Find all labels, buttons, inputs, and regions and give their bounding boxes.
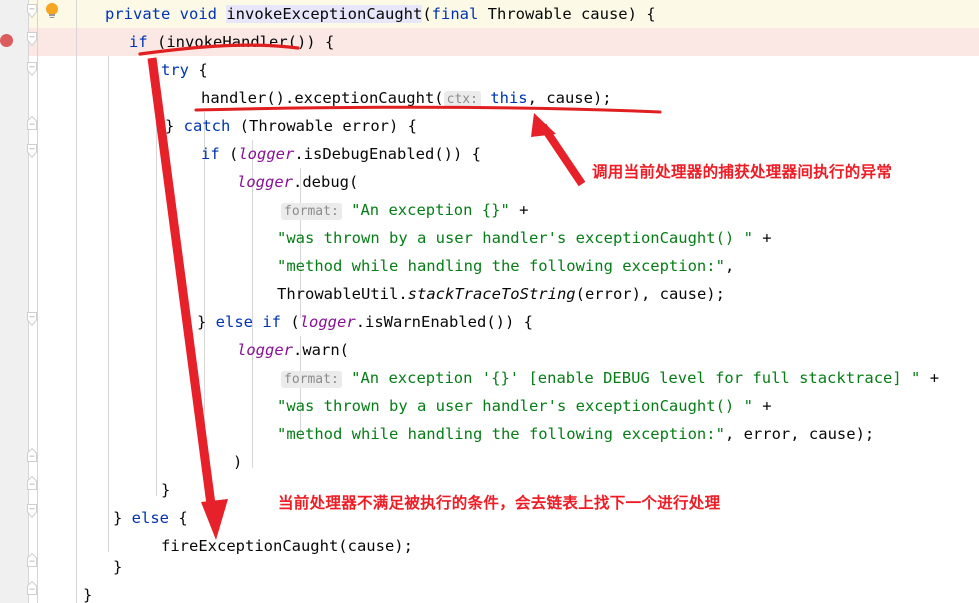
fold-expanded-chevron-icon[interactable] [26, 4, 38, 19]
fold-region-icon[interactable] [26, 476, 38, 490]
breakpoint-dot-icon[interactable] [0, 34, 13, 47]
code-line-5[interactable]: } catch (Throwable error) { [161, 112, 417, 140]
fold-region-icon[interactable] [26, 116, 38, 130]
code-line-1[interactable]: private void invokeExceptionCaught(final… [101, 0, 656, 28]
code-line-6[interactable]: if (logger.isDebugEnabled()) { [197, 140, 481, 168]
code-line-9[interactable]: "was thrown by a user handler's exceptio… [273, 224, 772, 252]
code-line-22[interactable]: } [79, 581, 92, 603]
fold-expanded-chevron-icon[interactable] [26, 504, 38, 519]
code-line-13[interactable]: logger.warn( [233, 336, 349, 364]
inlay-hint-format: format: [281, 371, 342, 388]
code-line-7[interactable]: logger.debug( [233, 168, 358, 196]
lightbulb-icon[interactable] [46, 3, 58, 19]
code-line-12[interactable]: } else if (logger.isWarnEnabled()) { [193, 308, 533, 336]
code-line-8[interactable]: format: "An exception {}" + [277, 196, 528, 224]
editor-gutter[interactable] [0, 0, 28, 603]
code-line-17[interactable]: ) [229, 448, 242, 476]
code-editor-screen: private void invokeExceptionCaught(final… [0, 0, 979, 603]
annotation-fire-exception-caught-label: 当前处理器不满足被执行的条件，会去链表上找下一个进行处理 [278, 494, 721, 512]
fold-region-icon[interactable] [26, 448, 38, 462]
fold-region-icon[interactable] [26, 581, 38, 595]
code-line-18[interactable]: } [157, 476, 170, 504]
code-line-4[interactable]: handler().exceptionCaught(ctx: this, cau… [197, 84, 612, 112]
fold-expanded-chevron-icon[interactable] [26, 144, 38, 159]
annotation-exception-caught-label: 调用当前处理器的捕获处理器间执行的异常 [592, 163, 893, 181]
inlay-hint-ctx: ctx: [443, 91, 481, 108]
code-line-15[interactable]: "was thrown by a user handler's exceptio… [273, 392, 772, 420]
code-line-19[interactable]: } else { [109, 504, 188, 532]
fold-expanded-chevron-icon[interactable] [26, 62, 38, 77]
code-line-2[interactable]: if (invokeHandler()) { [125, 28, 334, 56]
code-line-20[interactable]: fireExceptionCaught(cause); [157, 532, 413, 560]
code-line-10[interactable]: "method while handling the following exc… [273, 252, 734, 280]
fold-expanded-chevron-icon[interactable] [26, 32, 38, 47]
code-line-3[interactable]: try { [157, 56, 208, 84]
code-line-14[interactable]: format: "An exception '{}' [enable DEBUG… [277, 364, 939, 392]
code-line-16[interactable]: "method while handling the following exc… [273, 420, 874, 448]
code-line-21[interactable]: } [109, 553, 122, 581]
fold-region-icon[interactable] [26, 553, 38, 567]
inlay-hint-format: format: [281, 203, 342, 220]
fold-expanded-chevron-icon[interactable] [26, 312, 38, 327]
code-line-11[interactable]: ThrowableUtil.stackTraceToString(error),… [273, 280, 725, 308]
